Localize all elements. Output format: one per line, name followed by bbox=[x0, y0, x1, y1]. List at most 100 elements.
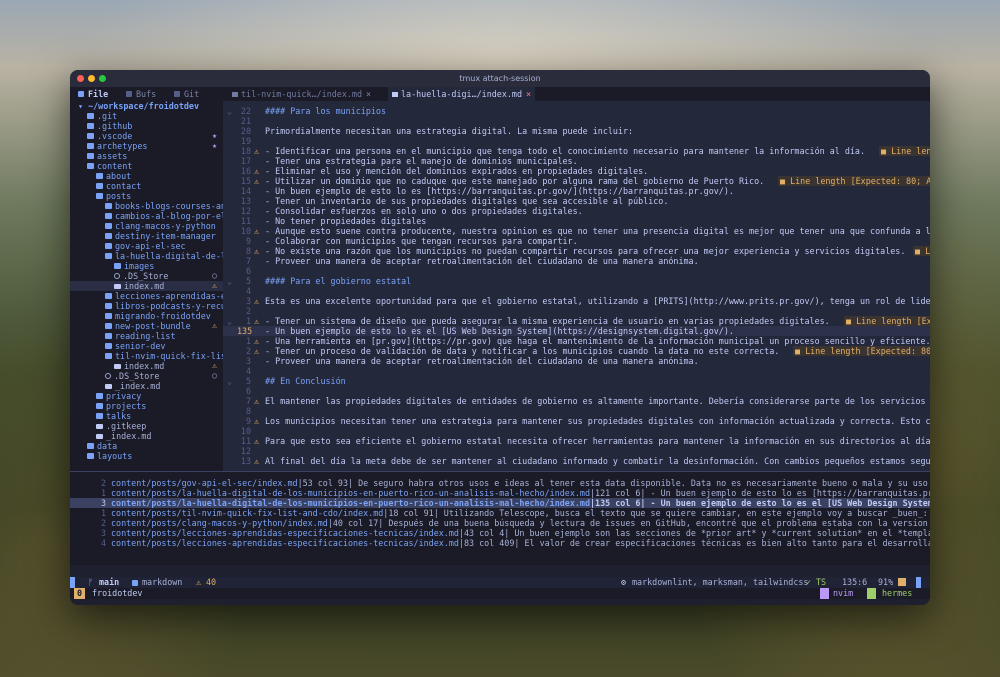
result-text: content/posts/la-huella-digital-de-los-m… bbox=[111, 488, 930, 498]
tree-item[interactable]: assets bbox=[70, 151, 223, 161]
editor-line: 9 - Colaborar con municipios que tengan … bbox=[223, 236, 930, 246]
editor-line: 8 bbox=[223, 406, 930, 416]
sidebar-tab-1[interactable]: Bufs bbox=[136, 87, 156, 101]
tree-item[interactable]: index.md ⚠ bbox=[70, 361, 223, 371]
sidebar-tab-0[interactable]: File bbox=[88, 87, 108, 101]
tree-item[interactable]: .vscode ★ bbox=[70, 131, 223, 141]
tree-item[interactable]: lecciones-aprendidas-e bbox=[70, 291, 223, 301]
tree-item[interactable]: .gitkeep bbox=[70, 421, 223, 431]
line-text: - Eliminar el uso y mención del dominios… bbox=[265, 166, 649, 176]
warning-sign-icon: ⚠ bbox=[254, 316, 260, 326]
tree-item-label: senior-dev bbox=[115, 341, 166, 351]
line-number: 2 bbox=[245, 346, 251, 356]
buffer-tab-1[interactable]: la-huella-digi…/index.md × bbox=[388, 87, 536, 101]
editor-line: 13 ⚠ Al final del día la meta debe de ser … bbox=[223, 456, 930, 466]
tree-item[interactable]: la-huella-digital-de-l bbox=[70, 251, 223, 261]
tree-item[interactable]: contact bbox=[70, 181, 223, 191]
tree-item[interactable]: posts bbox=[70, 191, 223, 201]
line-text: - Colaborar con municipios que tengan re… bbox=[265, 236, 578, 246]
result-row[interactable]: 1 content/posts/til-nvim-quick-fix-list-a… bbox=[70, 508, 930, 518]
fold-chevron-icon[interactable]: ⌄ bbox=[227, 376, 232, 386]
close-icon[interactable]: × bbox=[526, 89, 531, 99]
editor-line: 12 bbox=[223, 446, 930, 456]
folder-icon bbox=[87, 143, 94, 149]
tree-item[interactable]: clang-macos-y-python bbox=[70, 221, 223, 231]
session-index: 0 bbox=[74, 588, 85, 599]
editor-line: 6 bbox=[223, 386, 930, 396]
tree-item[interactable]: destiny-item-manager bbox=[70, 231, 223, 241]
sidebar-tab-2[interactable]: Git bbox=[184, 87, 199, 101]
tree-root[interactable]: ▾ ~/workspace/froidotdev bbox=[70, 101, 223, 111]
tree-item-label: .git bbox=[97, 111, 118, 121]
result-row[interactable]: 3 content/posts/lecciones-aprendidas-espe… bbox=[70, 528, 930, 538]
result-row[interactable]: 3 content/posts/la-huella-digital-de-los-… bbox=[70, 498, 930, 508]
warning-sign-icon: ⚠ bbox=[254, 396, 260, 406]
result-row[interactable]: 2 content/posts/gov-api-el-sec/index.md|5… bbox=[70, 478, 930, 488]
tree-item[interactable]: data bbox=[70, 441, 223, 451]
tree-item[interactable]: libros-podcasts-y-recu bbox=[70, 301, 223, 311]
result-location: |40 col 17| bbox=[327, 518, 384, 528]
folder-icon bbox=[96, 193, 103, 199]
window-hermes[interactable]: hermes bbox=[882, 588, 912, 599]
folder-icon bbox=[87, 153, 94, 159]
tree-item[interactable]: gov-api-el-sec bbox=[70, 241, 223, 251]
tree-item[interactable]: archetypes ★ bbox=[70, 141, 223, 151]
tree-item[interactable]: .DS_Store ○ bbox=[70, 271, 223, 281]
tree-item[interactable]: .git bbox=[70, 111, 223, 121]
tree-item-label: .github bbox=[97, 121, 133, 131]
line-number: 135 bbox=[237, 326, 253, 336]
tree-item-label: content bbox=[97, 161, 133, 171]
line-number: 8 bbox=[245, 406, 251, 416]
result-snippet: Después de una buena búsqueda y lectura … bbox=[383, 518, 930, 528]
tree-item-label: data bbox=[97, 441, 118, 451]
tree-item[interactable]: senior-dev bbox=[70, 341, 223, 351]
tree-item[interactable]: migrando-froidotdev bbox=[70, 311, 223, 321]
tree-item-label: cambios-al-blog-por-el bbox=[115, 211, 223, 221]
diagnostic-virtual-text: ■ Line length [Expe bbox=[844, 316, 930, 326]
tree-item[interactable]: books-blogs-courses-an bbox=[70, 201, 223, 211]
editor-pane[interactable]: ⌄ 22 #### Para los municipios 21 20 Primordia… bbox=[223, 101, 930, 471]
folder-icon bbox=[105, 353, 112, 359]
buffer-tab-0[interactable]: til-nvim-quick…/index.md × bbox=[228, 87, 375, 101]
tree-item[interactable]: new-post-bundle ⚠ bbox=[70, 321, 223, 331]
line-text: - No tener propiedades digitales bbox=[265, 216, 427, 226]
tree-item[interactable]: about bbox=[70, 171, 223, 181]
line-number: 3 bbox=[245, 296, 251, 306]
tree-item[interactable]: layouts bbox=[70, 451, 223, 461]
tree-item[interactable]: talks bbox=[70, 411, 223, 421]
lsp-clients: markdownlint, marksman, tailwindcss bbox=[632, 577, 809, 587]
result-snippet: De seguro habra otros usos e ideas al te… bbox=[353, 478, 930, 488]
tree-item[interactable]: cambios-al-blog-por-el bbox=[70, 211, 223, 221]
tmux-statusbar: 0 froidotdev nvim hermes bbox=[70, 588, 930, 599]
result-row[interactable]: 2 content/posts/clang-macos-y-python/inde… bbox=[70, 518, 930, 528]
line-number: 22 bbox=[240, 106, 251, 116]
settings-file-icon bbox=[105, 373, 111, 379]
warning-count: 40 bbox=[206, 577, 217, 587]
fold-chevron-icon[interactable]: ⌄ bbox=[227, 316, 232, 326]
warning-sign-icon: ⚠ bbox=[254, 416, 260, 426]
tree-item[interactable]: projects bbox=[70, 401, 223, 411]
tree-item[interactable]: index.md ⚠ bbox=[70, 281, 223, 291]
result-row[interactable]: 1 content/posts/la-huella-digital-de-los-… bbox=[70, 488, 930, 498]
fold-chevron-icon[interactable]: ⌄ bbox=[227, 276, 232, 286]
editor-line: 7 - Proveer una manera de aceptar retroa… bbox=[223, 256, 930, 266]
tree-item[interactable]: content bbox=[70, 161, 223, 171]
folder-icon bbox=[105, 333, 112, 339]
tree-item-label: .vscode bbox=[97, 131, 133, 141]
tree-item[interactable]: reading-list bbox=[70, 331, 223, 341]
file-tree-icon bbox=[78, 91, 84, 97]
result-row[interactable]: 4 content/posts/lecciones-aprendidas-espe… bbox=[70, 538, 930, 548]
result-location: |135 col 6| bbox=[590, 498, 646, 508]
editor-line: 11 ⚠ Para que esto sea eficiente el gobier… bbox=[223, 436, 930, 446]
tree-item[interactable]: privacy bbox=[70, 391, 223, 401]
close-icon[interactable]: × bbox=[366, 89, 371, 99]
tree-item[interactable]: .DS_Store ○ bbox=[70, 371, 223, 381]
tree-item[interactable]: images bbox=[70, 261, 223, 271]
fold-chevron-icon[interactable]: ⌄ bbox=[227, 106, 232, 116]
tree-item[interactable]: .github bbox=[70, 121, 223, 131]
tree-item[interactable]: _index.md bbox=[70, 431, 223, 441]
window-nvim[interactable]: nvim bbox=[833, 588, 853, 599]
tree-item[interactable]: _index.md bbox=[70, 381, 223, 391]
line-number: 17 bbox=[240, 156, 251, 166]
tree-item[interactable]: til-nvim-quick-fix-lis bbox=[70, 351, 223, 361]
